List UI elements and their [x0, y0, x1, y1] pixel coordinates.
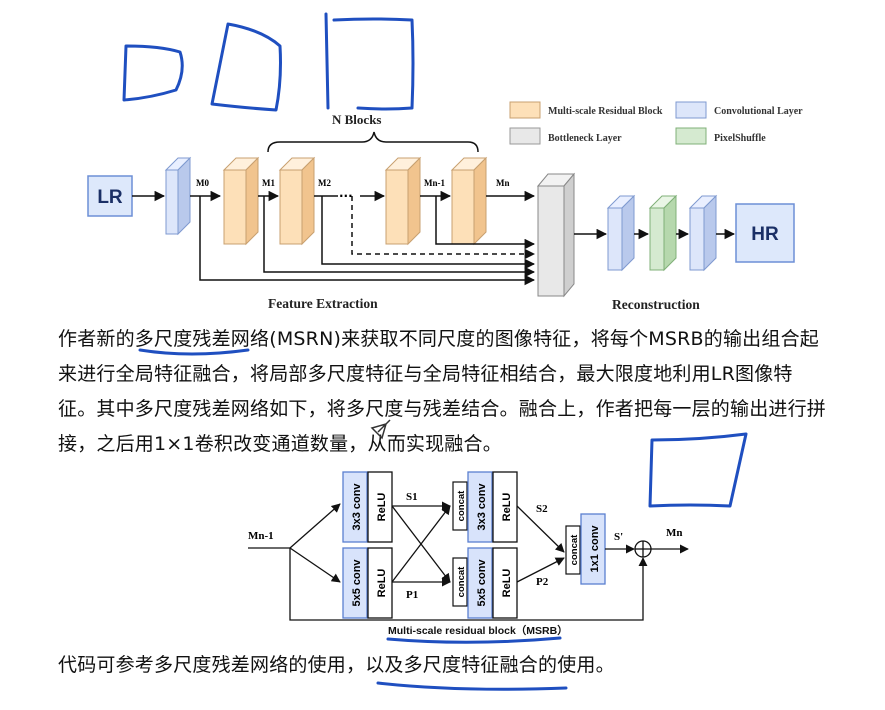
conv3x3-label-1: 3x3 conv	[351, 483, 363, 531]
mn-label: Mn	[496, 178, 510, 188]
bottleneck-layer	[536, 172, 576, 298]
relu-label-4: ReLU	[501, 569, 513, 598]
n-blocks-label: N Blocks	[332, 112, 381, 127]
n-blocks-brace	[267, 131, 479, 153]
footer-line: 代码可参考多尺度残差网络的使用，以及多尺度特征融合的使用。	[58, 654, 615, 676]
lr-input-label: LR	[97, 187, 123, 208]
p1-label: P1	[406, 589, 418, 601]
conv1x1-label: 1x1 conv	[589, 525, 601, 573]
msrb-caption: Multi-scale residual block（MSRB）	[388, 624, 568, 637]
concat-label-3: concat	[569, 534, 580, 565]
reconstruction-conv-1	[606, 194, 636, 272]
relu-label-3: ReLU	[501, 493, 513, 522]
legend-swatch-pixelshuffle	[675, 127, 707, 145]
paragraph-line-4: 接，之后用1×1卷积改变通道数量，从而实现融合。	[58, 433, 502, 455]
relu-label-1: ReLU	[376, 493, 388, 522]
concat-label-2: concat	[456, 566, 467, 597]
hr-output-label: HR	[751, 224, 779, 245]
reconstruction-conv-2	[688, 194, 718, 272]
legend: Multi-scale Residual Block Convolutional…	[509, 101, 803, 145]
ellipsis: ···	[339, 189, 353, 203]
description-paragraph: 作者新的多尺度残差网络(MSRN)来获取不同尺度的图像特征，将每个MSRB的输出…	[58, 322, 858, 462]
msrb-block-1	[222, 156, 260, 246]
legend-swatch-multi-scale	[509, 101, 541, 119]
legend-label-multi-scale: Multi-scale Residual Block	[548, 106, 663, 117]
concat-label-1: concat	[456, 490, 467, 521]
mn-1-label: Mn-1	[424, 178, 445, 188]
m0-label: M0	[196, 178, 209, 188]
s1-label: S1	[406, 491, 418, 503]
paragraph-line-3: 征。其中多尺度残差网络如下，将多尺度与残差结合。融合上，作者把每一层的输出进行拼	[58, 398, 827, 420]
legend-label-conv: Convolutional Layer	[714, 106, 803, 117]
pixelshuffle-layer	[648, 194, 678, 272]
conv5x5-label-2: 5x5 conv	[476, 559, 488, 607]
msrb-block-n-1	[384, 156, 422, 246]
paragraph-line-1: 作者新的多尺度残差网络(MSRN)来获取不同尺度的图像特征，将每个MSRB的输出…	[58, 328, 819, 350]
reconstruction-label: Reconstruction	[612, 297, 700, 312]
legend-label-bottleneck: Bottleneck Layer	[548, 133, 622, 144]
footer-paragraph: 代码可参考多尺度残差网络的使用，以及多尺度特征融合的使用。	[58, 648, 858, 683]
residual-add-node	[634, 540, 652, 558]
paragraph-line-2: 来进行全局特征融合，将局部多尺度特征与全局特征相结合，最大限度地利用LR图像特	[58, 363, 793, 385]
msrb-output-label: Mn	[666, 527, 683, 539]
msrb-block-n	[450, 156, 488, 246]
relu-label-2: ReLU	[376, 569, 388, 598]
msrb-input-label: Mn-1	[248, 530, 274, 542]
s-prime-label: S'	[614, 531, 623, 543]
msrb-block-2	[278, 156, 316, 246]
m1-label: M1	[262, 178, 275, 188]
legend-label-pixelshuffle: PixelShuffle	[714, 133, 766, 144]
s2-label: S2	[536, 503, 548, 515]
legend-swatch-bottleneck	[509, 127, 541, 145]
m2-label: M2	[318, 178, 331, 188]
p2-label: P2	[536, 576, 549, 588]
msrn-architecture-diagram: Multi-scale Residual Block Convolutional…	[87, 101, 803, 312]
conv3x3-label-2: 3x3 conv	[476, 483, 488, 531]
legend-swatch-conv	[675, 101, 707, 119]
initial-conv-layer	[164, 156, 192, 236]
conv5x5-label-1: 5x5 conv	[351, 559, 363, 607]
feature-extraction-label: Feature Extraction	[268, 296, 378, 311]
